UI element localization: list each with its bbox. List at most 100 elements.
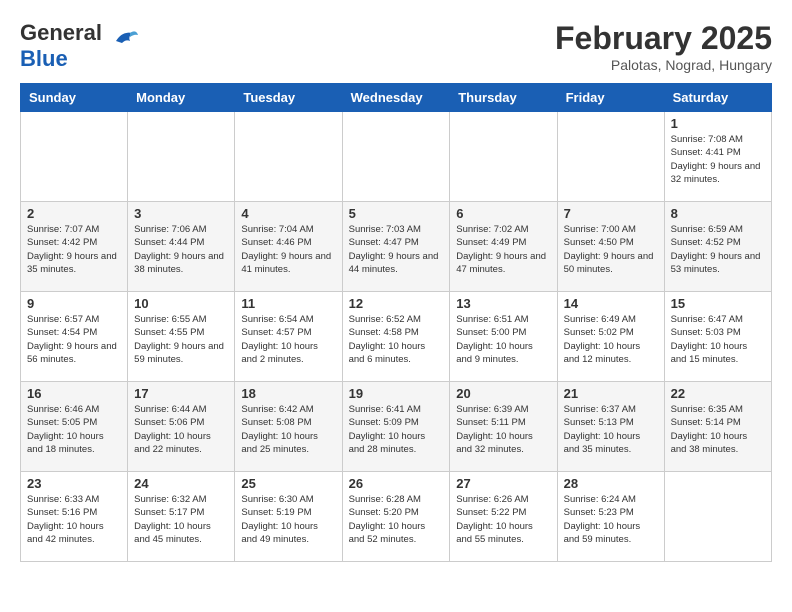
calendar-week-2: 2Sunrise: 7:07 AM Sunset: 4:42 PM Daylig…	[21, 202, 772, 292]
header: General Blue February 2025 Palotas, Nogr…	[20, 20, 772, 73]
day-number: 9	[27, 296, 121, 311]
calendar-cell: 26 Sunrise: 6:28 AM Sunset: 5:20 PM Dayli…	[342, 472, 450, 562]
day-number: 2	[27, 206, 121, 221]
day-header-saturday: Saturday	[664, 84, 771, 112]
day-header-thursday: Thursday	[450, 84, 557, 112]
day-number: 27	[456, 476, 550, 491]
calendar-week-5: 23 Sunrise: 6:33 AM Sunset: 5:16 PM Dayli…	[21, 472, 772, 562]
calendar-cell: 3 Sunrise: 7:06 AM Sunset: 4:44 PM Daylig…	[128, 202, 235, 292]
logo-general: General	[20, 20, 102, 45]
day-number: 28	[564, 476, 658, 491]
logo-bird-icon	[108, 27, 140, 55]
calendar-cell: 12 Sunrise: 6:52 AM Sunset: 4:58 PM Dayli…	[342, 292, 450, 382]
day-number: 16	[27, 386, 121, 401]
calendar-header-row: SundayMondayTuesdayWednesdayThursdayFrid…	[21, 84, 772, 112]
calendar-cell: 17 Sunrise: 6:44 AM Sunset: 5:06 PM Dayli…	[128, 382, 235, 472]
calendar-cell	[128, 112, 235, 202]
day-header-monday: Monday	[128, 84, 235, 112]
day-info: Sunrise: 6:24 AM Sunset: 5:23 PM Dayligh…	[564, 493, 658, 546]
calendar-cell: 14 Sunrise: 6:49 AM Sunset: 5:02 PM Dayli…	[557, 292, 664, 382]
calendar-cell	[450, 112, 557, 202]
calendar-week-3: 9 Sunrise: 6:57 AM Sunset: 4:54 PM Daylig…	[21, 292, 772, 382]
calendar-cell: 27 Sunrise: 6:26 AM Sunset: 5:22 PM Dayli…	[450, 472, 557, 562]
calendar: SundayMondayTuesdayWednesdayThursdayFrid…	[20, 83, 772, 562]
day-number: 4	[241, 206, 335, 221]
calendar-week-1: 1Sunrise: 7:08 AM Sunset: 4:41 PM Daylig…	[21, 112, 772, 202]
day-number: 5	[349, 206, 444, 221]
day-header-friday: Friday	[557, 84, 664, 112]
day-number: 14	[564, 296, 658, 311]
calendar-cell: 1Sunrise: 7:08 AM Sunset: 4:41 PM Daylig…	[664, 112, 771, 202]
day-number: 11	[241, 296, 335, 311]
day-number: 22	[671, 386, 765, 401]
calendar-cell: 6 Sunrise: 7:02 AM Sunset: 4:49 PM Daylig…	[450, 202, 557, 292]
logo-blue: Blue	[20, 46, 68, 71]
day-info: Sunrise: 6:59 AM Sunset: 4:52 PM Dayligh…	[671, 223, 765, 276]
calendar-cell: 16 Sunrise: 6:46 AM Sunset: 5:05 PM Dayli…	[21, 382, 128, 472]
day-info: Sunrise: 6:35 AM Sunset: 5:14 PM Dayligh…	[671, 403, 765, 456]
calendar-cell: 19Sunrise: 6:41 AM Sunset: 5:09 PM Dayli…	[342, 382, 450, 472]
day-info: Sunrise: 6:51 AM Sunset: 5:00 PM Dayligh…	[456, 313, 550, 366]
day-number: 13	[456, 296, 550, 311]
logo: General Blue	[20, 20, 140, 72]
calendar-cell: 5 Sunrise: 7:03 AM Sunset: 4:47 PM Daylig…	[342, 202, 450, 292]
day-info: Sunrise: 6:41 AM Sunset: 5:09 PM Dayligh…	[349, 403, 444, 456]
calendar-week-4: 16 Sunrise: 6:46 AM Sunset: 5:05 PM Dayli…	[21, 382, 772, 472]
calendar-cell	[235, 112, 342, 202]
calendar-cell	[21, 112, 128, 202]
day-number: 24	[134, 476, 228, 491]
month-title: February 2025	[555, 20, 772, 57]
day-info: Sunrise: 6:52 AM Sunset: 4:58 PM Dayligh…	[349, 313, 444, 366]
day-number: 25	[241, 476, 335, 491]
calendar-cell: 24 Sunrise: 6:32 AM Sunset: 5:17 PM Dayli…	[128, 472, 235, 562]
calendar-cell: 13 Sunrise: 6:51 AM Sunset: 5:00 PM Dayli…	[450, 292, 557, 382]
day-header-sunday: Sunday	[21, 84, 128, 112]
day-info: Sunrise: 6:30 AM Sunset: 5:19 PM Dayligh…	[241, 493, 335, 546]
day-number: 12	[349, 296, 444, 311]
calendar-cell	[664, 472, 771, 562]
day-info: Sunrise: 6:44 AM Sunset: 5:06 PM Dayligh…	[134, 403, 228, 456]
day-number: 6	[456, 206, 550, 221]
day-header-tuesday: Tuesday	[235, 84, 342, 112]
calendar-cell: 4Sunrise: 7:04 AM Sunset: 4:46 PM Daylig…	[235, 202, 342, 292]
calendar-cell: 11 Sunrise: 6:54 AM Sunset: 4:57 PM Dayli…	[235, 292, 342, 382]
day-number: 20	[456, 386, 550, 401]
day-info: Sunrise: 6:32 AM Sunset: 5:17 PM Dayligh…	[134, 493, 228, 546]
day-number: 26	[349, 476, 444, 491]
day-info: Sunrise: 7:06 AM Sunset: 4:44 PM Dayligh…	[134, 223, 228, 276]
day-info: Sunrise: 7:03 AM Sunset: 4:47 PM Dayligh…	[349, 223, 444, 276]
day-number: 1	[671, 116, 765, 131]
calendar-cell: 9 Sunrise: 6:57 AM Sunset: 4:54 PM Daylig…	[21, 292, 128, 382]
day-header-wednesday: Wednesday	[342, 84, 450, 112]
calendar-cell: 25 Sunrise: 6:30 AM Sunset: 5:19 PM Dayli…	[235, 472, 342, 562]
day-info: Sunrise: 6:26 AM Sunset: 5:22 PM Dayligh…	[456, 493, 550, 546]
calendar-cell: 23 Sunrise: 6:33 AM Sunset: 5:16 PM Dayli…	[21, 472, 128, 562]
day-number: 8	[671, 206, 765, 221]
day-number: 18	[241, 386, 335, 401]
day-info: Sunrise: 7:00 AM Sunset: 4:50 PM Dayligh…	[564, 223, 658, 276]
location-title: Palotas, Nograd, Hungary	[555, 57, 772, 73]
calendar-cell	[557, 112, 664, 202]
calendar-cell: 28 Sunrise: 6:24 AM Sunset: 5:23 PM Dayli…	[557, 472, 664, 562]
day-number: 3	[134, 206, 228, 221]
day-info: Sunrise: 6:57 AM Sunset: 4:54 PM Dayligh…	[27, 313, 121, 366]
calendar-cell: 21Sunrise: 6:37 AM Sunset: 5:13 PM Dayli…	[557, 382, 664, 472]
day-number: 7	[564, 206, 658, 221]
title-area: February 2025 Palotas, Nograd, Hungary	[555, 20, 772, 73]
day-number: 10	[134, 296, 228, 311]
day-number: 17	[134, 386, 228, 401]
calendar-cell: 7 Sunrise: 7:00 AM Sunset: 4:50 PM Daylig…	[557, 202, 664, 292]
day-info: Sunrise: 6:46 AM Sunset: 5:05 PM Dayligh…	[27, 403, 121, 456]
day-info: Sunrise: 6:39 AM Sunset: 5:11 PM Dayligh…	[456, 403, 550, 456]
day-info: Sunrise: 6:33 AM Sunset: 5:16 PM Dayligh…	[27, 493, 121, 546]
calendar-cell	[342, 112, 450, 202]
day-number: 15	[671, 296, 765, 311]
day-info: Sunrise: 6:42 AM Sunset: 5:08 PM Dayligh…	[241, 403, 335, 456]
day-number: 23	[27, 476, 121, 491]
calendar-cell: 18 Sunrise: 6:42 AM Sunset: 5:08 PM Dayli…	[235, 382, 342, 472]
day-info: Sunrise: 6:54 AM Sunset: 4:57 PM Dayligh…	[241, 313, 335, 366]
day-info: Sunrise: 6:28 AM Sunset: 5:20 PM Dayligh…	[349, 493, 444, 546]
day-info: Sunrise: 6:49 AM Sunset: 5:02 PM Dayligh…	[564, 313, 658, 366]
day-info: Sunrise: 7:02 AM Sunset: 4:49 PM Dayligh…	[456, 223, 550, 276]
day-info: Sunrise: 6:55 AM Sunset: 4:55 PM Dayligh…	[134, 313, 228, 366]
